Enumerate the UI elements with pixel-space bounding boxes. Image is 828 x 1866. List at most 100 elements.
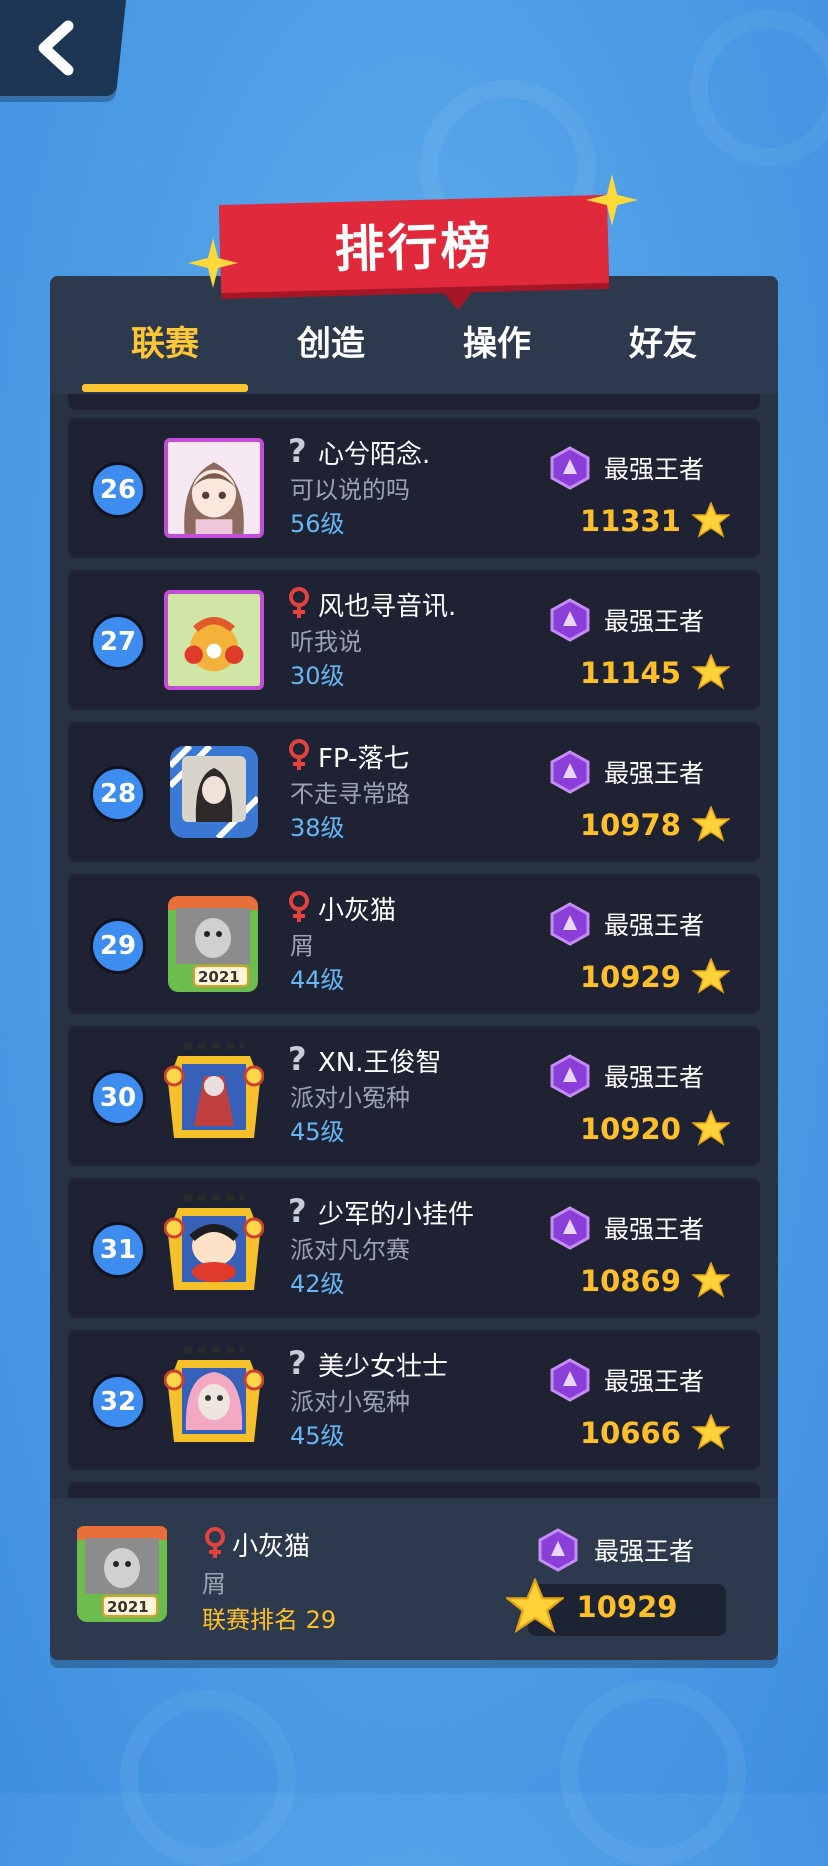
ranking-row[interactable]: 31 ? 少军的小挂件 派对凡尔赛 42级 最强王者 10869 — [68, 1178, 760, 1318]
tier-badge-icon — [550, 446, 590, 490]
unknown-gender-icon: ? — [288, 1346, 307, 1380]
rank-badge: 29 — [90, 918, 146, 974]
tab-league[interactable]: 联赛 — [82, 316, 248, 376]
svg-text:2021: 2021 — [198, 968, 240, 986]
my-name: 小灰猫 — [232, 1532, 311, 1562]
mecha-frame-avatar-image — [164, 1043, 264, 1138]
avatar[interactable] — [164, 590, 264, 690]
player-name: 风也寻音讯. — [318, 592, 457, 622]
score-value: 11145 — [580, 656, 681, 690]
player-name: 心兮陌念. — [318, 440, 431, 470]
tab-operate[interactable]: 操作 — [414, 316, 580, 376]
player-name: FP-落七 — [318, 744, 410, 774]
tier-badge-icon — [550, 1358, 590, 1402]
sparkle-icon — [188, 238, 238, 288]
list-item[interactable] — [68, 1482, 760, 1498]
page-title: 排行榜 — [218, 194, 610, 294]
avatar[interactable]: 2021 — [76, 1526, 168, 1622]
ranking-list[interactable]: 26 ? 心兮陌念. 可以说的吗 56级 最强王者 11331 27 风也寻音讯… — [68, 394, 760, 1498]
anime-avatar-blue-frame-image — [170, 746, 258, 838]
player-level: 45级 — [290, 1422, 345, 1450]
tier-label: 最强王者 — [604, 1063, 705, 1092]
tier-badge-icon — [550, 750, 590, 794]
svg-text:2021: 2021 — [107, 1598, 149, 1616]
avatar[interactable] — [164, 1042, 264, 1150]
ranking-row[interactable]: 30 ? XN.王俊智 派对小冤种 45级 最强王者 10920 — [68, 1026, 760, 1166]
tier-label: 最强王者 — [604, 759, 705, 788]
star-icon — [692, 654, 730, 690]
tier-badge-icon — [538, 1528, 578, 1572]
avatar[interactable] — [164, 1346, 264, 1454]
svg-text:?: ? — [288, 434, 307, 468]
tier-label: 最强王者 — [604, 607, 705, 636]
chevron-left-icon — [38, 20, 74, 76]
star-icon — [692, 958, 730, 994]
avatar[interactable] — [164, 438, 264, 538]
avatar[interactable] — [164, 1194, 264, 1302]
svg-text:?: ? — [288, 1194, 307, 1228]
tier-label: 最强王者 — [604, 1215, 705, 1244]
ranking-row[interactable]: 28 FP-落七 不走寻常路 38级 最强王者 10978 — [68, 722, 760, 862]
player-signature: 派对小冤种 — [290, 1084, 410, 1112]
female-icon — [289, 891, 309, 922]
player-level: 42级 — [290, 1270, 345, 1298]
list-item[interactable] — [68, 394, 760, 410]
ranking-row[interactable]: 27 风也寻音讯. 听我说 30级 最强王者 11145 — [68, 570, 760, 710]
star-icon — [506, 1578, 564, 1634]
score-value: 11331 — [580, 504, 681, 538]
score-value: 10666 — [580, 1416, 681, 1450]
ribbon-tail — [439, 287, 477, 311]
rank-badge: 32 — [90, 1374, 146, 1430]
star-icon — [692, 1110, 730, 1146]
player-signature: 派对凡尔赛 — [290, 1236, 410, 1264]
player-level: 30级 — [290, 662, 345, 690]
my-league-rank: 联赛排名 29 — [202, 1606, 337, 1634]
background-pattern — [690, 10, 828, 166]
unknown-gender-icon: ? — [288, 1194, 307, 1228]
tier-badge-icon — [550, 1206, 590, 1250]
player-name: XN.王俊智 — [318, 1048, 442, 1078]
player-signature: 屑 — [290, 932, 314, 960]
background-pattern — [120, 1690, 296, 1866]
ranking-row[interactable]: 32 ? 美少女壮士 派对小冤种 45级 最强王者 10666 — [68, 1330, 760, 1470]
rank-badge: 27 — [90, 614, 146, 670]
svg-text:?: ? — [288, 1042, 307, 1076]
avatar[interactable]: 2021 — [168, 896, 258, 992]
rank-badge: 30 — [90, 1070, 146, 1126]
tier-label: 最强王者 — [604, 1367, 705, 1396]
player-signature: 听我说 — [290, 628, 362, 656]
tab-bar: 联赛 创造 操作 好友 — [50, 276, 778, 394]
player-signature: 可以说的吗 — [290, 476, 410, 504]
tier-badge-icon — [550, 598, 590, 642]
player-name: 小灰猫 — [318, 896, 397, 926]
score-value: 10929 — [580, 960, 681, 994]
tab-friends[interactable]: 好友 — [580, 316, 746, 376]
active-tab-indicator — [82, 384, 248, 392]
tier-badge-icon — [550, 1054, 590, 1098]
tab-create[interactable]: 创造 — [248, 316, 414, 376]
my-tier-label: 最强王者 — [594, 1537, 695, 1566]
player-signature: 不走寻常路 — [290, 780, 410, 808]
female-icon — [289, 739, 309, 770]
background-pattern — [560, 1680, 746, 1866]
leaderboard-panel: 联赛 创造 操作 好友 26 ? 心兮陌念. 可以说的吗 56级 最强王者 11… — [50, 276, 778, 1660]
husky-2021-avatar-image: 2021 — [77, 1526, 167, 1622]
ranking-row[interactable]: 29 2021 小灰猫 屑 44级 最强王者 10929 — [68, 874, 760, 1014]
rank-badge: 28 — [90, 766, 146, 822]
star-icon — [692, 502, 730, 538]
player-level: 56级 — [290, 510, 345, 538]
player-level: 38级 — [290, 814, 345, 842]
player-level: 44级 — [290, 966, 345, 994]
score-value: 10920 — [580, 1112, 681, 1146]
player-name: 少军的小挂件 — [318, 1200, 475, 1230]
my-signature: 屑 — [202, 1570, 226, 1598]
anime-girl-avatar-image — [168, 442, 260, 534]
unknown-gender-icon: ? — [288, 434, 307, 468]
avatar[interactable] — [170, 746, 258, 838]
tiger-cartoon-avatar-image — [168, 594, 260, 686]
tier-badge-icon — [550, 902, 590, 946]
my-rank-bar[interactable]: 2021 小灰猫 屑 联赛排名 29 最强王者 10929 — [50, 1498, 778, 1660]
husky-2021-avatar-image: 2021 — [168, 896, 258, 992]
score-value: 10869 — [580, 1264, 681, 1298]
ranking-row[interactable]: 26 ? 心兮陌念. 可以说的吗 56级 最强王者 11331 — [68, 418, 760, 558]
